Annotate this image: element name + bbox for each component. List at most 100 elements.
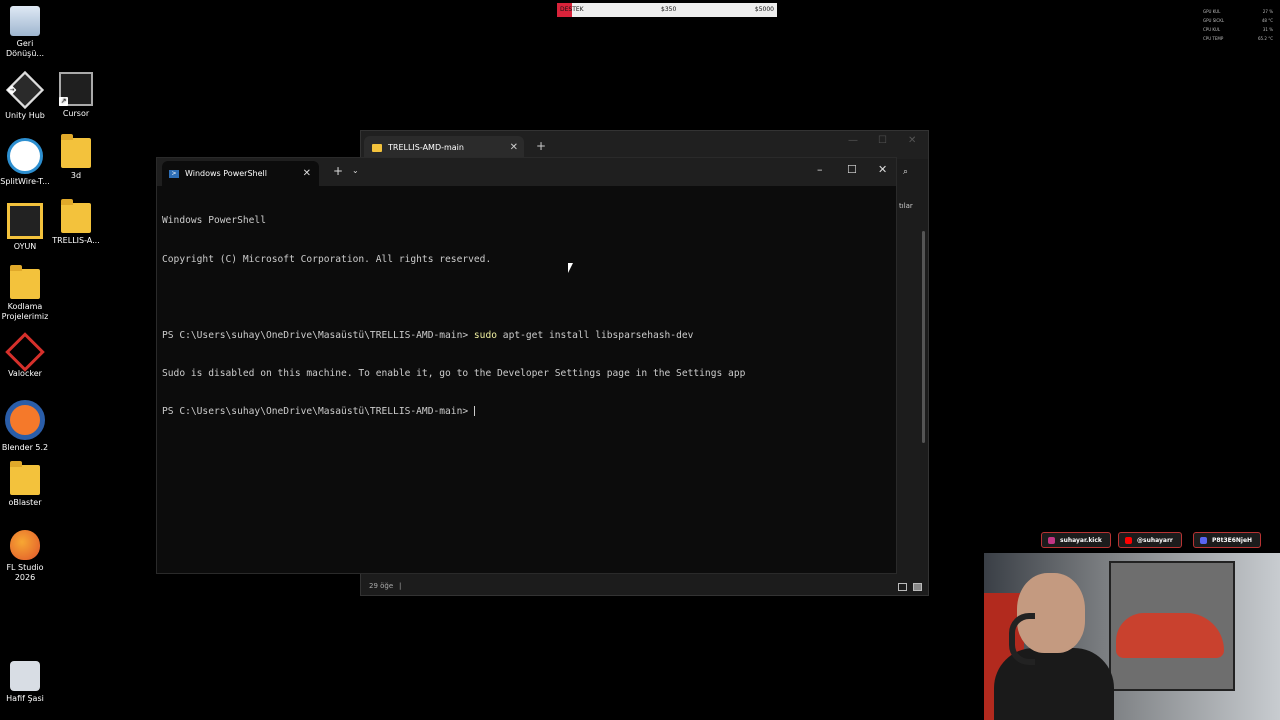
- donation-goal-bar: DESTEK $350 $5000: [557, 3, 777, 17]
- explorer-tab-title: TRELLIS-AMD-main: [388, 143, 464, 152]
- command-keyword: sudo: [473, 329, 498, 341]
- desktop-icon-label: oBlaster: [8, 498, 42, 507]
- desktop-icon-label: SplitWire-T...: [0, 177, 50, 186]
- desktop-icon-label: TRELLIS-A...: [52, 236, 100, 245]
- desktop-icon-label: Cursor: [62, 109, 90, 118]
- splitwire-icon: [7, 138, 43, 174]
- hw-stat-label: CPU TEMP: [1203, 36, 1224, 41]
- desktop-icon-oblaster[interactable]: oBlaster: [0, 461, 50, 508]
- hw-stat-row: GPU KUL 27 %: [1203, 7, 1273, 16]
- chevron-down-icon[interactable]: ⌄: [352, 166, 359, 175]
- terminal-tab[interactable]: > Windows PowerShell ✕: [162, 161, 319, 186]
- desktop-icon-label: Kodlama Projelerimiz: [1, 302, 49, 321]
- unity-hub-icon: ↗: [5, 70, 45, 110]
- tiles-view-button[interactable]: [913, 583, 922, 591]
- search-icon[interactable]: ⌕: [903, 167, 908, 177]
- instagram-icon: [1048, 537, 1055, 544]
- new-tab-button[interactable]: +: [536, 139, 546, 153]
- desktop-icon-label: 3d: [70, 171, 82, 180]
- fl-studio-icon: [10, 530, 40, 560]
- desktop-icon-recycle-bin[interactable]: Geri Dönüşü...: [0, 6, 50, 59]
- webcam-person-body: [994, 648, 1114, 720]
- minimize-button[interactable]: –: [817, 163, 823, 176]
- desktop-icon-trellis[interactable]: TRELLIS-A...: [51, 199, 101, 246]
- desktop-icon-cursor[interactable]: ↗ Cursor: [51, 72, 101, 119]
- desktop-icon-blender[interactable]: Blender 5.2: [0, 400, 50, 453]
- desktop-icon-label: OYUN: [13, 242, 37, 251]
- donation-label: DESTEK: [560, 6, 584, 13]
- hw-stat-label: GPU KUL: [1203, 9, 1221, 14]
- desktop-icon-oyun[interactable]: OYUN: [0, 203, 50, 252]
- status-divider: |: [399, 582, 402, 590]
- desktop-icon-splitwire[interactable]: SplitWire-T...: [0, 138, 50, 187]
- hw-stat-value: 65.2 °C: [1258, 36, 1273, 41]
- explorer-tab-bar: TRELLIS-AMD-main ✕ + — ☐ ✕: [361, 131, 928, 159]
- maximize-button[interactable]: ☐: [847, 163, 857, 176]
- discord-icon: [1200, 537, 1207, 544]
- oyun-icon: [7, 203, 43, 239]
- hw-stat-row: CPU TEMP 65.2 °C: [1203, 34, 1273, 43]
- powershell-window[interactable]: > Windows PowerShell ✕ + ⌄ – ☐ ✕ Windows …: [156, 157, 897, 574]
- cursor-app-icon: ↗: [59, 72, 93, 106]
- command-args: apt-get install libsparsehash-dev: [497, 329, 694, 341]
- youtube-icon: [1125, 537, 1132, 544]
- blender-icon: [5, 400, 45, 440]
- terminal-title-bar: > Windows PowerShell ✕ + ⌄ – ☐ ✕: [157, 158, 896, 186]
- minimize-button[interactable]: —: [848, 135, 858, 146]
- desktop-icon-label: Unity Hub: [5, 111, 45, 120]
- text-caret: [473, 405, 475, 416]
- hardware-stats-overlay: GPU KUL 27 % GPU SICKL 48 °C CPU KUL 31 % C…: [1203, 7, 1273, 43]
- hafif-sasi-icon: [10, 661, 40, 691]
- hw-stat-label: CPU KUL: [1203, 27, 1221, 32]
- details-view-button[interactable]: [898, 583, 907, 591]
- maximize-button[interactable]: ☐: [878, 135, 887, 146]
- scrollbar[interactable]: [922, 231, 925, 443]
- social-handle: P8t3E6NjeH: [1212, 537, 1253, 544]
- new-tab-button[interactable]: +: [333, 164, 343, 178]
- webcam-poster-car: [1116, 613, 1224, 658]
- webcam-overlay: [984, 553, 1280, 720]
- desktop-icon-label: Geri Dönüşü...: [5, 39, 45, 58]
- desktop-icon-kodlama[interactable]: Kodlama Projelerimiz: [0, 265, 50, 322]
- folder-icon: [10, 265, 40, 299]
- hw-stat-value: 31 %: [1262, 27, 1273, 32]
- folder-icon: [61, 199, 91, 233]
- prompt: PS C:\Users\suhay\OneDrive\Masaüstü\TREL…: [162, 405, 474, 417]
- hw-stat-value: 27 %: [1262, 9, 1273, 14]
- close-button[interactable]: ✕: [908, 135, 916, 146]
- console-line: Copyright (C) Microsoft Corporation. All…: [162, 253, 492, 265]
- terminal-output[interactable]: Windows PowerShell Copyright (C) Microso…: [162, 190, 745, 444]
- headset: [1009, 613, 1035, 665]
- folder-icon: [61, 134, 91, 168]
- donation-goal: $5000: [754, 6, 774, 13]
- close-tab-icon[interactable]: ✕: [303, 161, 311, 186]
- close-tab-icon[interactable]: ✕: [510, 136, 518, 159]
- console-line: Sudo is disabled on this machine. To ena…: [162, 367, 746, 379]
- prompt: PS C:\Users\suhay\OneDrive\Masaüstü\TREL…: [162, 329, 474, 341]
- recycle-bin-icon: [10, 6, 40, 36]
- hw-stat-row: CPU KUL 31 %: [1203, 25, 1273, 34]
- desktop-icon-hafif-sasi[interactable]: Hafif Şasi: [0, 661, 50, 704]
- explorer-tab[interactable]: TRELLIS-AMD-main ✕: [364, 136, 524, 159]
- social-badge-discord: P8t3E6NjeH: [1193, 532, 1262, 548]
- close-button[interactable]: ✕: [878, 163, 887, 176]
- terminal-tab-title: Windows PowerShell: [185, 169, 267, 178]
- hw-stat-label: GPU SICKL: [1203, 18, 1225, 23]
- desktop-icon-3d[interactable]: 3d: [51, 134, 101, 181]
- folder-icon: [372, 143, 382, 152]
- desktop-icon-unity-hub[interactable]: ↗ Unity Hub: [0, 70, 50, 121]
- desktop-icon-fl-studio[interactable]: FL Studio 2026: [0, 530, 50, 583]
- social-badge-youtube: @suhayarr: [1118, 532, 1182, 548]
- donation-current: $350: [661, 6, 677, 13]
- console-prompt-line[interactable]: PS C:\Users\suhay\OneDrive\Masaüstü\TREL…: [162, 405, 745, 419]
- column-header[interactable]: tılar: [899, 202, 913, 210]
- item-count-status: 29 öğe: [369, 582, 394, 590]
- desktop-icon-label: Hafif Şasi: [6, 694, 44, 703]
- social-handle: @suhayarr: [1137, 537, 1173, 544]
- powershell-icon: >: [169, 169, 179, 178]
- social-handle: suhayar.kick: [1060, 537, 1102, 544]
- social-badge-kick: suhayar.kick: [1041, 532, 1111, 548]
- console-command-line: PS C:\Users\suhay\OneDrive\Masaüstü\TREL…: [162, 330, 745, 343]
- desktop-icon-valocker[interactable]: Valocker: [0, 332, 50, 379]
